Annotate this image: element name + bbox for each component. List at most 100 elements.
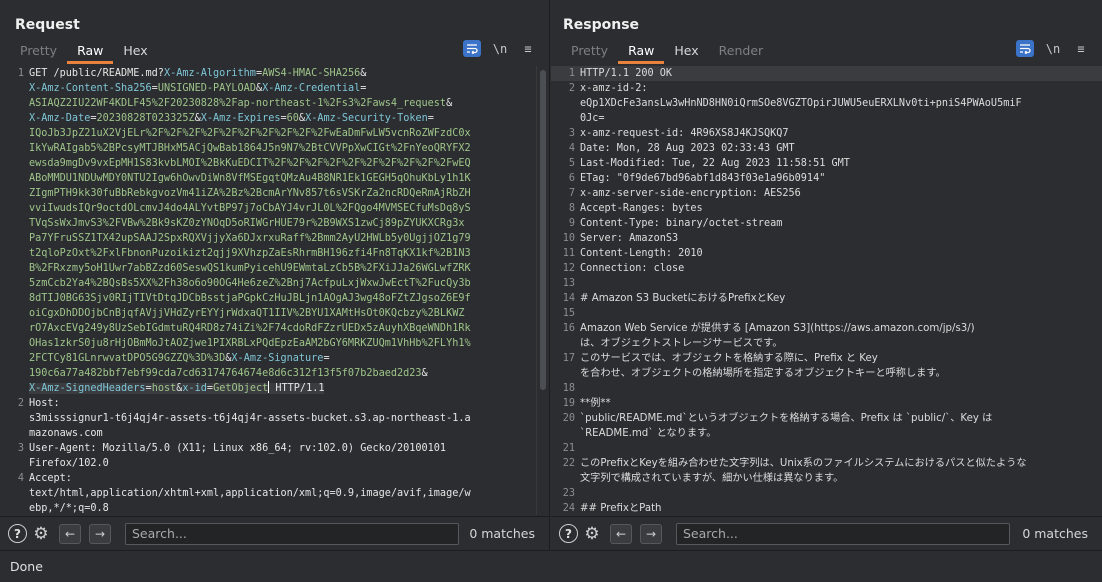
line-content: HTTP/1.1 200 OK [580,68,673,79]
tab-raw[interactable]: Raw [618,42,665,64]
search-input[interactable] [125,522,459,545]
line-number: 16 [562,323,575,334]
code-text: User-Agent: Mozilla/5.0 (X11; Linux x86_… [29,443,447,469]
param-value: AWS4-HMAC-SHA256 [262,68,361,79]
line-number: 7 [568,188,575,199]
tab-raw[interactable]: Raw [67,42,114,64]
response-line: 21 [551,441,1102,456]
response-line: 1 HTTP/1.1 200 OK [551,66,1102,81]
scroll-thumb[interactable] [540,70,546,390]
gear-icon[interactable]: ⚙ [31,524,51,544]
line-number: 13 [562,278,575,289]
tab-pretty[interactable]: Pretty [561,42,618,64]
param-value: 190c6a77a482bbf7ebf99cda7cd63174764674e8… [29,368,422,379]
line-content: Accept: text/html,application/xhtml+xml,… [26,471,471,515]
help-icon[interactable]: ? [8,524,27,543]
line-content: x-amz-request-id: 4R96XS8J4KJSQKQ7 [580,128,789,139]
line-number: 3 [17,443,24,454]
next-match-button[interactable]: → [640,523,662,544]
line-number: 17 [562,353,575,364]
param-name: X-Amz-Date [29,113,91,124]
param-value: 20230828T023325Z [96,113,195,124]
line-content: Content-Type: binary/octet-stream [580,218,783,229]
param-value: ASIAQZ2IU22WF4KDLF45%2F20230828%2Fap-nor… [29,98,447,109]
response-line: 6 ETag: "0f9de67bd96abf1d843f03e1a96b0914… [551,171,1102,186]
tab-render[interactable]: Render [709,42,774,64]
help-icon[interactable]: ? [559,524,578,543]
response-tabs: Pretty Raw Hex Render [561,42,773,64]
line-number: 14 [562,293,575,304]
line-content [577,381,580,396]
line-content [577,441,580,456]
gear-icon[interactable]: ⚙ [582,524,602,544]
code-text: & [360,68,367,79]
code-text: & [421,368,428,379]
menu-icon[interactable]: ≡ [519,40,537,57]
request-scrollbar[interactable] [539,66,547,515]
response-line: 9 Content-Type: binary/octet-stream [551,216,1102,231]
line-content: このPrefixとKeyを組み合わせた文字列は、Unix系のファイルシステムにお… [580,458,1027,484]
line-number: 12 [562,263,575,274]
line-content: x-amz-server-side-encryption: AES256 [580,188,801,199]
next-match-button[interactable]: → [89,523,111,544]
wrap-lines-icon[interactable] [1016,40,1034,57]
search-input[interactable] [676,522,1010,545]
param-name: X-Amz-Expires [200,113,281,124]
menu-icon[interactable]: ≡ [1072,40,1090,57]
request-tools: \n ≡ [463,40,537,57]
response-line: 3 x-amz-request-id: 4R96XS8J4KJSQKQ7 [551,126,1102,141]
response-line: 20 `public/README.md`というオブジェクトを格納する場合、Pre… [551,411,1102,441]
line-number: 18 [562,383,575,394]
param-value: UNSIGNED-PAYLOAD [157,83,256,94]
code-text: GET /public/README.md? [29,68,164,79]
response-line: 2 x-amz-id-2: eQp1XDcFe3ansLw3wHnND8HN0iQ… [551,81,1102,126]
match-count: 0 matches [1022,526,1088,541]
line-content: Content-Length: 2010 [580,248,703,259]
status-text: Done [10,559,43,574]
prev-match-button[interactable]: ← [59,523,81,544]
code-text: HTTP/1.1 [269,383,325,394]
line-content: User-Agent: Mozilla/5.0 (X11; Linux x86_… [26,441,446,471]
response-line: 4 Date: Mon, 28 Aug 2023 02:33:43 GMT [551,141,1102,156]
request-editor[interactable]: 1 GET /public/README.md?X-Amz-Algorithm = A… [0,66,537,515]
line-number: 2 [17,398,24,409]
line-number: 24 [562,503,575,514]
line-number: 6 [568,173,575,184]
response-editor[interactable]: 1 HTTP/1.1 200 OK 2 x-amz-id-2: eQp1XDcFe3a… [551,66,1102,515]
line-content: Server: AmazonS3 [580,233,679,244]
line-number: 21 [562,443,575,454]
wrap-lines-icon[interactable] [463,40,481,57]
line-content [577,276,580,291]
line-content: `public/README.md`というオブジェクトを格納する場合、Prefi… [580,413,993,439]
response-line: 10 Server: AmazonS3 [551,231,1102,246]
response-line: 11 Content-Length: 2010 [551,246,1102,261]
code-text: Host: s3misssignur1-t6j4qj4r-assets-t6j4… [29,398,471,439]
tab-pretty[interactable]: Pretty [10,42,67,64]
response-line: 19 **例** [551,396,1102,411]
line-number: 19 [562,398,575,409]
newline-toggle-icon[interactable]: \n [491,40,509,57]
line-number: 22 [562,458,575,469]
param-value: GetObject [213,383,269,394]
param-name: X-Amz-Algorithm [163,68,256,79]
request-tabs: Pretty Raw Hex [10,42,158,64]
response-title: Response [563,17,640,33]
response-pane: Response Pretty Raw Hex Render \n ≡ 1 HTT… [551,0,1102,550]
tab-hex[interactable]: Hex [664,42,708,64]
prev-match-button[interactable]: ← [610,523,632,544]
response-line: 18 [551,381,1102,396]
request-line: 3 User-Agent: Mozilla/5.0 (X11; Linux x86… [0,441,536,471]
param-name: X-Amz-Content-Sha256 [29,83,152,94]
code-text: = [323,353,330,364]
match-count: 0 matches [469,526,535,541]
request-pane: Request Pretty Raw Hex \n ≡ 1 GET /public… [0,0,550,550]
param-name: X-Amz-SignedHeaders [29,383,146,394]
line-content: Host: s3misssignur1-t6j4qj4r-assets-t6j4… [26,396,471,441]
request-line: 1 GET /public/README.md?X-Amz-Algorithm = A… [0,66,536,396]
line-number: 2 [568,83,575,94]
request-line: 4 Accept: text/html,application/xhtml+xml… [0,471,536,515]
line-content: Amazon Web Service が提供する [Amazon S3](htt… [580,323,975,349]
line-number: 4 [17,473,24,484]
newline-toggle-icon[interactable]: \n [1044,40,1062,57]
tab-hex[interactable]: Hex [113,42,157,64]
